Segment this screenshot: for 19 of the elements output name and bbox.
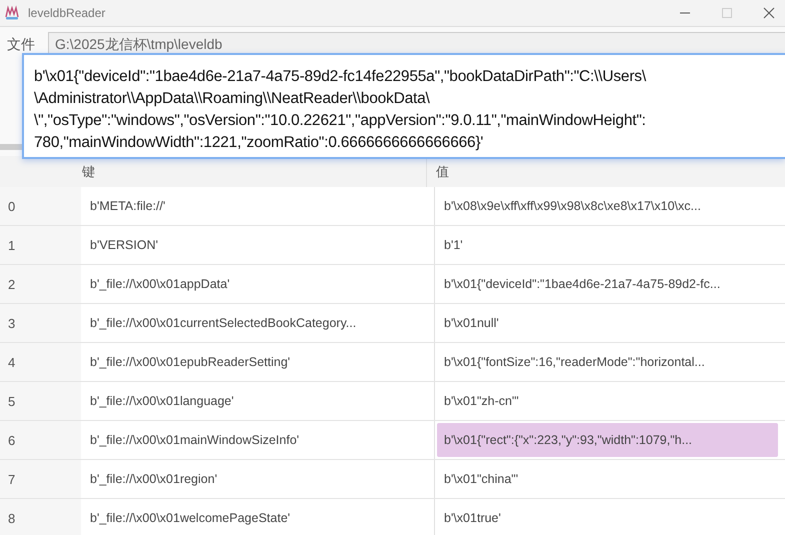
key-cell[interactable]: b'VERSION'	[81, 226, 434, 264]
window-title: leveldbReader	[28, 6, 106, 20]
key-cell[interactable]: b'_file://\x00\x01appData'	[81, 265, 434, 303]
key-cell[interactable]: b'_file://\x00\x01region'	[81, 460, 434, 498]
tooltip-line: \","osType":"windows","osVersion":"10.0.22621","appVersion":"9.0.11","mainWindowHeight":	[34, 111, 647, 131]
tooltip-line: \Administrator\\AppData\\Roaming\\NeatReader\\bookData\	[34, 89, 431, 109]
value-cell[interactable]: b'\x01{"rect":{"x":223,"y":93,"width":1079,"h...	[437, 423, 778, 457]
key-cell[interactable]: b'_file://\x00\x01mainWindowSizeInfo'	[81, 421, 434, 459]
app-logo-icon	[4, 5, 20, 21]
tooltip-line: b'\x01{"deviceId":"1bae4d6e-21a7-4a75-89d2-fc14fe22955a","bookDataDirPath":"C:\\Users\	[34, 67, 648, 87]
key-cell[interactable]: b'_file://\x00\x01currentSelectedBookCategory...	[81, 304, 434, 342]
column-header[interactable]: 键	[73, 162, 426, 180]
tooltip-line: 780,"mainWindowWidth":1221,"zoomRatio":0.6666666666666666}'	[34, 133, 484, 153]
key-cell[interactable]: b'_file://\x00\x01epubReaderSetting'	[81, 343, 434, 381]
file-label: 文件	[7, 35, 36, 54]
key-cell[interactable]: b'META:file://'	[81, 187, 434, 225]
key-cell[interactable]: b'_file://\x00\x01language'	[81, 382, 434, 420]
close-icon[interactable]	[763, 7, 775, 19]
key-cell[interactable]: b'_file://\x00\x01welcomePageState'	[81, 499, 434, 535]
